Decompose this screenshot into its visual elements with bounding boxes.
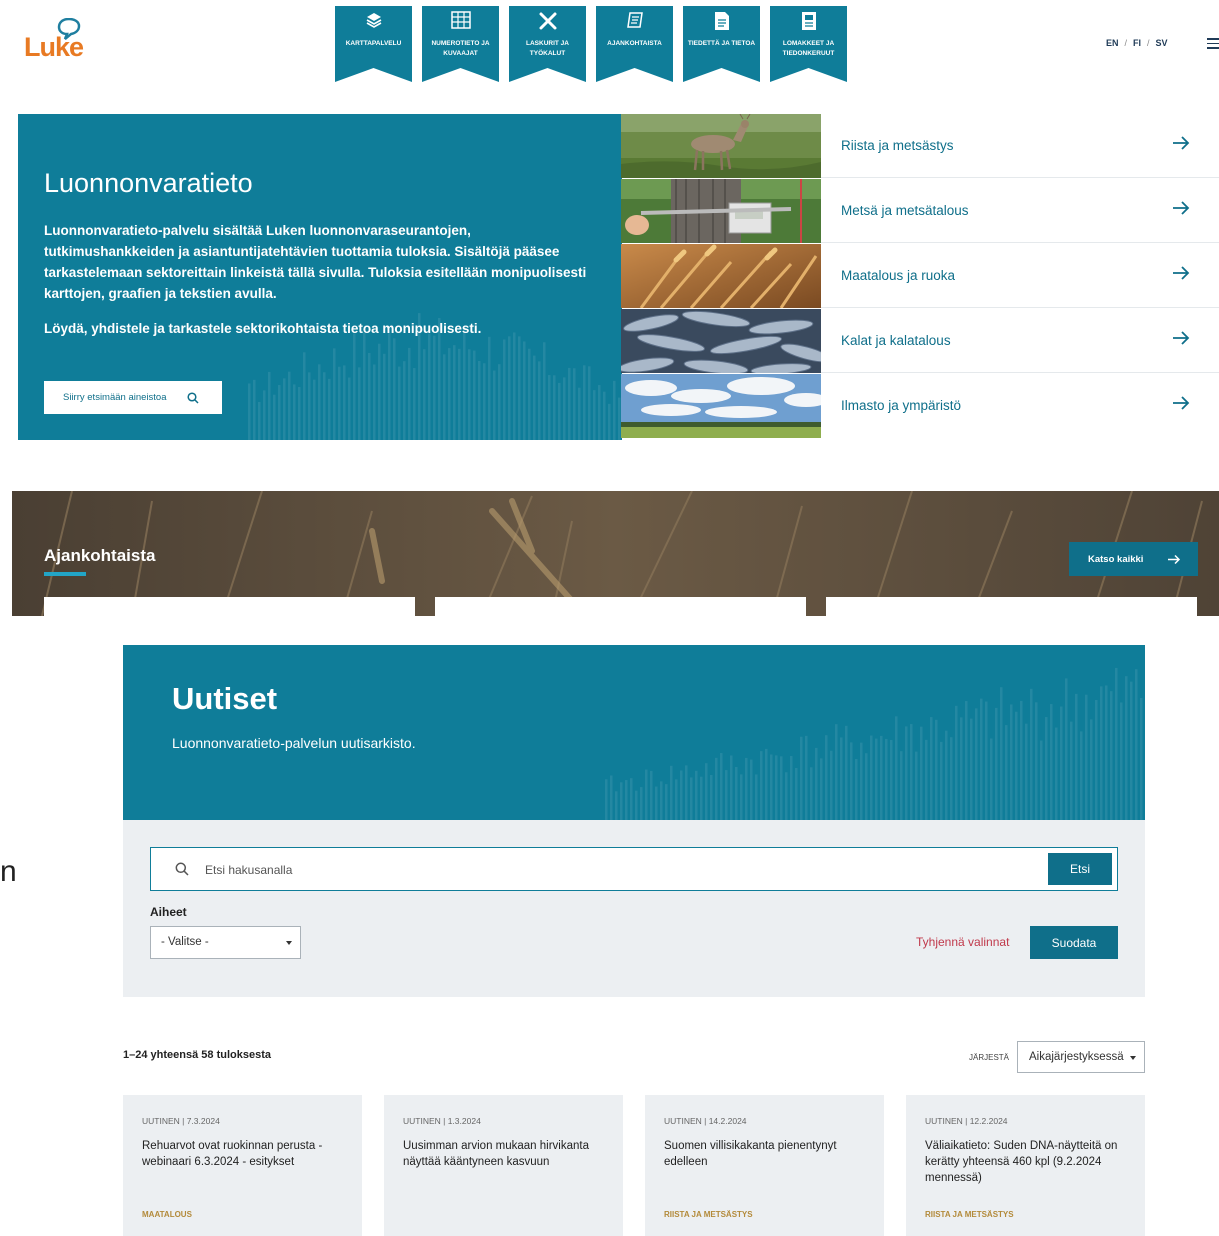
deer-photo bbox=[621, 114, 821, 178]
arrow-right-icon bbox=[1173, 396, 1190, 410]
sort-label: JÄRJESTÄ bbox=[969, 1053, 1010, 1062]
wheat-photo bbox=[621, 244, 821, 308]
sector-label: Metsä ja metsätalous bbox=[841, 203, 969, 218]
card-meta: UUTINEN | 7.3.2024 bbox=[142, 1116, 220, 1126]
arrow-right-icon bbox=[1173, 266, 1190, 280]
chevron-down-icon bbox=[1130, 1056, 1136, 1060]
sector-label: Ilmasto ja ympäristö bbox=[841, 398, 962, 413]
news-archive-hero: Uutiset Luonnonvaratieto-palvelun uutisa… bbox=[123, 645, 1145, 820]
news-band-title: Ajankohtaista bbox=[44, 546, 156, 565]
nav-karttapalvelu[interactable]: KARTTAPALVELU bbox=[335, 6, 412, 82]
language-switcher: EN / FI / SV bbox=[1106, 38, 1168, 48]
news-card[interactable]: UUTINEN | 7.3.2024 Rehuarvot ovat ruokin… bbox=[123, 1095, 362, 1236]
card-title[interactable]: Suomen villisikakanta pienentynyt edelle… bbox=[664, 1138, 864, 1170]
search-box: Etsi bbox=[150, 847, 1118, 891]
sector-item-riista[interactable]: Riista ja metsästys bbox=[621, 114, 1219, 178]
sector-item-maatalous[interactable]: Maatalous ja ruoka bbox=[621, 244, 1219, 308]
fish-photo bbox=[621, 309, 821, 373]
hero-description: Luonnonvaratieto-palvelu sisältää Luken … bbox=[44, 223, 587, 301]
hero-section: Luonnonvaratieto Luonnonvaratieto-palvel… bbox=[18, 114, 622, 440]
lang-sv[interactable]: SV bbox=[1156, 38, 1168, 48]
decorative-bars bbox=[605, 667, 1143, 820]
card-meta: UUTINEN | 1.3.2024 bbox=[403, 1116, 481, 1126]
sort-select[interactable]: Aikajärjestyksessä bbox=[1017, 1041, 1145, 1073]
logo-text: Luke bbox=[24, 32, 84, 62]
main-nav: KARTTAPALVELU NUMEROTIETO JA KUVAAJAT LA… bbox=[335, 6, 847, 82]
see-all-label: Katso kaikki bbox=[1088, 553, 1144, 565]
sky-landscape-photo bbox=[621, 374, 821, 438]
card-title[interactable]: Uusimman arvion mukaan hirvikanta näyttä… bbox=[403, 1138, 603, 1170]
hero-tagline: Löydä, yhdistele ja tarkastele sektoriko… bbox=[44, 321, 482, 336]
card-title[interactable]: Rehuarvot ovat ruokinnan perusta - webin… bbox=[142, 1138, 342, 1170]
filter-button[interactable]: Suodata bbox=[1030, 926, 1118, 959]
sector-label: Maatalous ja ruoka bbox=[841, 268, 956, 283]
results-count: 1–24 yhteensä 58 tuloksesta bbox=[123, 1049, 271, 1061]
browse-data-button[interactable]: Siirry etsimään aineistoa bbox=[44, 381, 222, 414]
card-tag[interactable]: MAATALOUS bbox=[142, 1210, 192, 1219]
table-icon bbox=[450, 11, 471, 29]
lang-fi[interactable]: FI bbox=[1133, 38, 1141, 48]
nav-laskurit[interactable]: LASKURIT JA TYÖKALUT bbox=[509, 6, 586, 82]
see-all-button[interactable]: Katso kaikki bbox=[1069, 542, 1198, 576]
news-filter-panel: Etsi Aiheet - Valitse - Tyhjennä valinna… bbox=[123, 820, 1145, 997]
sector-label: Kalat ja kalatalous bbox=[841, 333, 951, 348]
sector-item-kalat[interactable]: Kalat ja kalatalous bbox=[621, 309, 1219, 373]
tools-icon bbox=[539, 12, 556, 30]
forest-measurement-photo bbox=[621, 179, 821, 243]
title-underline bbox=[44, 572, 86, 576]
news-card-preview[interactable] bbox=[435, 597, 806, 616]
arrow-right-icon bbox=[1173, 136, 1190, 150]
nav-tiedetta[interactable]: TIEDETTÄ JA TIETOA bbox=[683, 6, 760, 82]
browse-data-label: Siirry etsimään aineistoa bbox=[63, 392, 167, 403]
arrow-right-icon bbox=[1173, 331, 1190, 345]
nav-ajankohtaista[interactable]: AJANKOHTAISTA bbox=[596, 6, 673, 82]
news-card[interactable]: UUTINEN | 12.2.2024 Väliaikatieto: Suden… bbox=[906, 1095, 1145, 1236]
hero-title: Luonnonvaratieto bbox=[44, 168, 253, 198]
search-icon bbox=[175, 862, 189, 876]
search-button[interactable]: Etsi bbox=[1048, 853, 1112, 885]
topics-selected-value: - Valitse - bbox=[161, 936, 209, 948]
topics-label: Aiheet bbox=[150, 905, 187, 919]
news-card-preview[interactable] bbox=[826, 597, 1197, 616]
lang-en[interactable]: EN bbox=[1106, 38, 1119, 48]
sector-item-metsa[interactable]: Metsä ja metsätalous bbox=[621, 179, 1219, 243]
chevron-down-icon bbox=[286, 941, 292, 945]
card-tag[interactable]: RIISTA JA METSÄSTYS bbox=[664, 1210, 753, 1219]
search-input[interactable] bbox=[205, 860, 1005, 880]
sector-item-ilmasto[interactable]: Ilmasto ja ympäristö bbox=[621, 374, 1219, 438]
luke-logo[interactable]: Luke bbox=[24, 18, 94, 64]
partial-text-glyph: n bbox=[0, 855, 17, 888]
lang-separator: / bbox=[1124, 38, 1128, 48]
layers-icon bbox=[366, 13, 381, 28]
arrow-right-icon bbox=[1173, 201, 1190, 215]
card-meta: UUTINEN | 14.2.2024 bbox=[664, 1116, 747, 1126]
news-card-preview[interactable] bbox=[44, 597, 415, 616]
news-page-subtitle: Luonnonvaratieto-palvelun uutisarkisto. bbox=[172, 735, 416, 751]
nav-numerotieto[interactable]: NUMEROTIETO JA KUVAAJAT bbox=[422, 6, 499, 82]
sector-list: Riista ja metsästys Metsä ja metsätalous bbox=[621, 114, 1219, 440]
arrow-right-icon bbox=[1168, 554, 1181, 564]
lang-separator: / bbox=[1147, 38, 1150, 48]
sort-selected-value: Aikajärjestyksessä bbox=[1029, 1051, 1124, 1063]
card-tag[interactable]: RIISTA JA METSÄSTYS bbox=[925, 1210, 1014, 1219]
menu-icon[interactable] bbox=[1207, 38, 1219, 52]
news-band: Ajankohtaista Katso kaikki bbox=[12, 491, 1219, 616]
form-icon bbox=[801, 12, 816, 30]
topics-select[interactable]: - Valitse - bbox=[150, 926, 301, 959]
card-title[interactable]: Väliaikatieto: Suden DNA-näytteitä on ke… bbox=[925, 1138, 1125, 1186]
card-meta: UUTINEN | 12.2.2024 bbox=[925, 1116, 1008, 1126]
search-icon bbox=[186, 391, 199, 404]
news-page-title: Uutiset bbox=[172, 681, 278, 716]
site-header: Luke KARTTAPALVELU NUMEROTIETO JA KUVAAJ… bbox=[0, 0, 1219, 100]
file-icon bbox=[714, 12, 729, 30]
nav-lomakkeet[interactable]: LOMAKKEET JA TIEDONKERUUT bbox=[770, 6, 847, 82]
news-card[interactable]: UUTINEN | 1.3.2024 Uusimman arvion mukaa… bbox=[384, 1095, 623, 1236]
sector-label: Riista ja metsästys bbox=[841, 138, 954, 153]
news-card[interactable]: UUTINEN | 14.2.2024 Suomen villisikakant… bbox=[645, 1095, 884, 1236]
document-icon bbox=[626, 12, 643, 28]
clear-selections-link[interactable]: Tyhjennä valinnat bbox=[916, 935, 1009, 949]
